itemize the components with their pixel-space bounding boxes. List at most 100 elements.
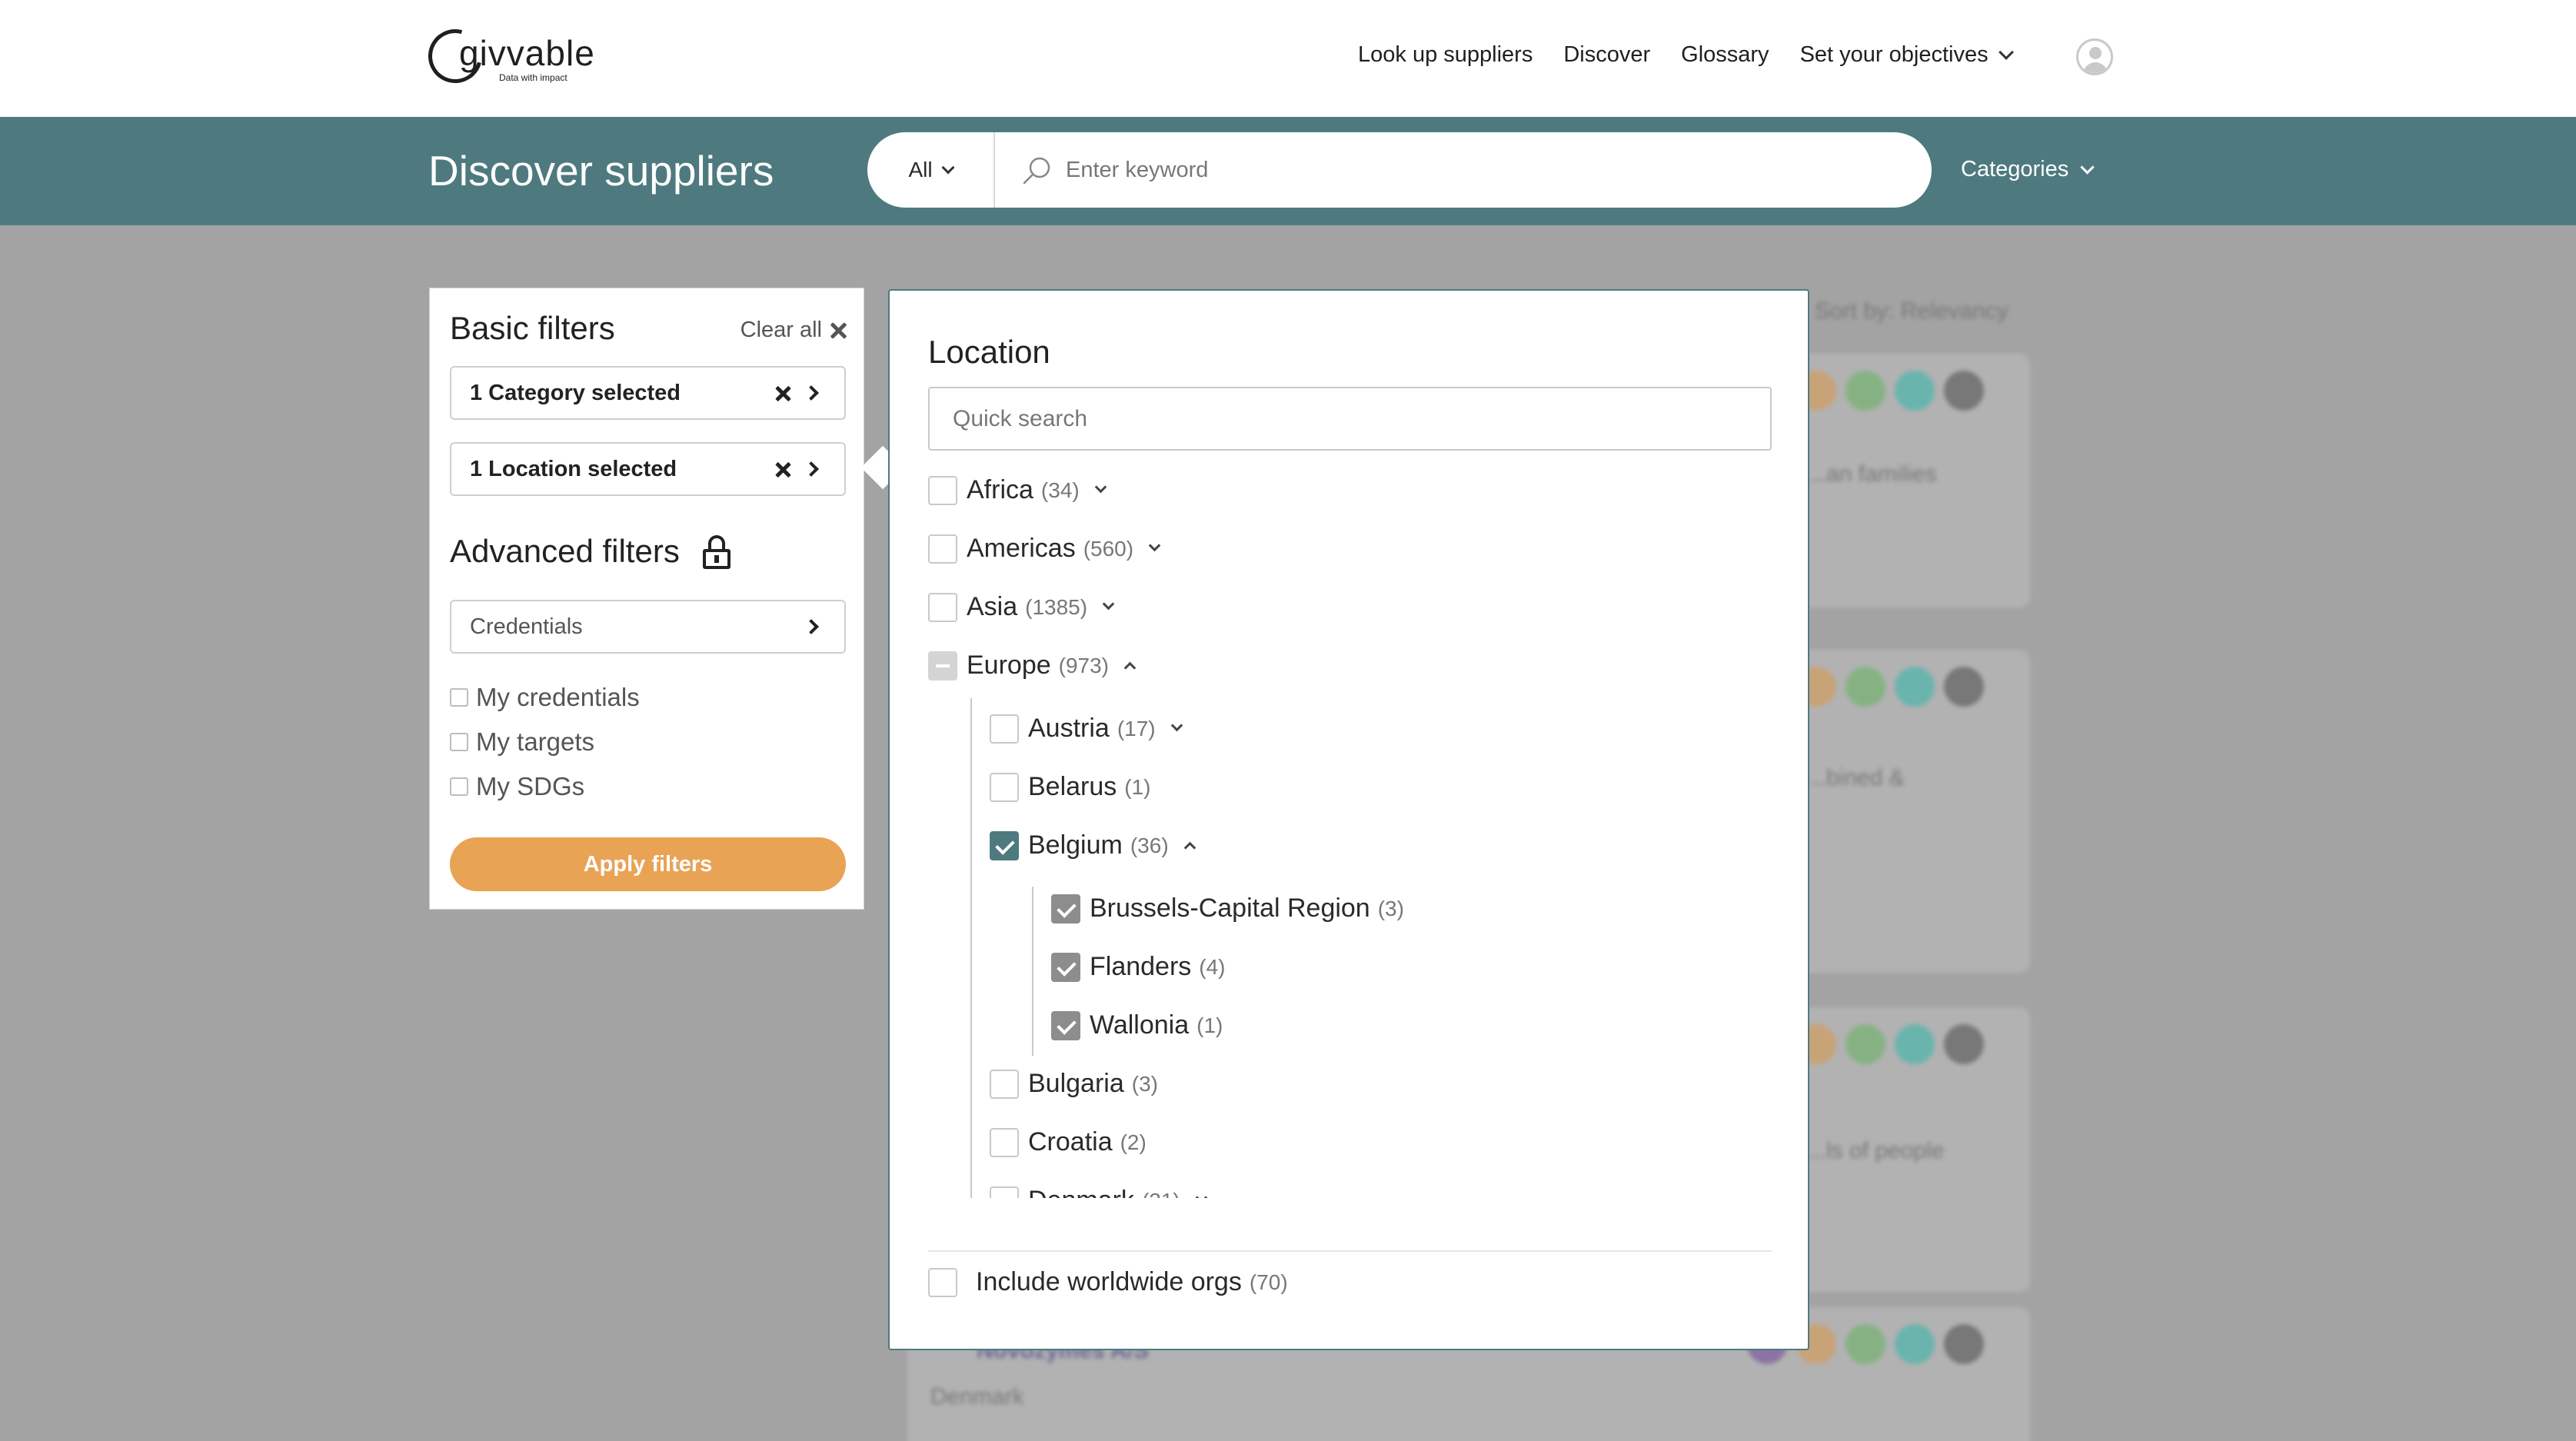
category-filter-pill[interactable]: 1 Category selected	[450, 366, 846, 420]
my-sdgs-checkbox[interactable]: My SDGs	[450, 772, 584, 801]
location-item-austria[interactable]: Austria (17)	[990, 714, 1183, 744]
location-title: Location	[928, 334, 1050, 370]
chevron-down-icon[interactable]	[1094, 481, 1107, 494]
chevron-down-icon[interactable]	[1102, 597, 1115, 611]
lock-icon	[702, 535, 731, 569]
location-item-americas[interactable]: Americas (560)	[928, 534, 1161, 564]
tree-guide-line	[970, 698, 972, 1198]
my-credentials-checkbox[interactable]: My credentials	[450, 683, 640, 712]
divider	[928, 1250, 1772, 1252]
apply-filters-button[interactable]: Apply filters	[450, 837, 846, 891]
remove-icon[interactable]	[775, 462, 790, 478]
checkbox[interactable]	[928, 592, 957, 622]
advanced-filters-title: Advanced filters	[450, 533, 731, 570]
sort-label: Sort by: Relevancy	[1815, 298, 2009, 324]
location-item-asia[interactable]: Asia (1385)	[928, 592, 1115, 622]
location-count: (4)	[1199, 954, 1226, 979]
checkbox[interactable]	[990, 1069, 1019, 1099]
chevron-up-icon[interactable]	[1123, 661, 1137, 674]
chevron-up-icon[interactable]	[1183, 841, 1196, 854]
checkbox[interactable]	[928, 651, 957, 681]
nav-link-glossary[interactable]: Glossary	[1681, 42, 1769, 68]
location-name: Europe	[967, 651, 1051, 680]
basic-filters-panel: Basic filters Clear all 1 Category selec…	[429, 288, 864, 910]
location-item-croatia[interactable]: Croatia (2)	[990, 1127, 1147, 1157]
clear-all-button[interactable]: Clear all	[741, 318, 847, 343]
location-item-flanders[interactable]: Flanders (4)	[1051, 952, 1226, 982]
checkbox[interactable]	[450, 688, 468, 707]
badge-row	[1787, 667, 1984, 707]
location-count: (3)	[1377, 896, 1404, 920]
location-quick-search-input[interactable]	[928, 387, 1772, 451]
keyword-search-input[interactable]	[1066, 149, 1896, 191]
chevron-down-icon[interactable]	[1148, 539, 1161, 552]
location-count: (3)	[1131, 1071, 1158, 1096]
search-scope-select[interactable]: All	[867, 132, 995, 208]
location-name: Croatia	[1028, 1127, 1113, 1156]
location-name: Asia	[967, 592, 1018, 621]
checkbox[interactable]	[990, 772, 1019, 802]
avatar-head-icon	[2089, 47, 2102, 59]
clear-all-label: Clear all	[740, 318, 822, 342]
nav-link-look-up-suppliers[interactable]: Look up suppliers	[1358, 42, 1533, 68]
location-name: Belgium	[1028, 830, 1123, 860]
location-name: Americas	[967, 534, 1076, 563]
location-item-belarus[interactable]: Belarus (1)	[990, 772, 1151, 802]
checkbox-label: My credentials	[476, 683, 640, 711]
location-list: Africa (34) Americas (560) Asia (1385) Europe (…	[928, 475, 1774, 1198]
chevron-down-icon	[941, 161, 955, 175]
chevron-right-icon	[804, 385, 819, 401]
worldwide-count: (70)	[1249, 1270, 1288, 1294]
chevron-down-icon[interactable]	[1998, 44, 2014, 60]
location-item-bulgaria[interactable]: Bulgaria (3)	[990, 1069, 1158, 1099]
nav-link-set-objectives[interactable]: Set your objectives	[1800, 42, 1989, 68]
location-count: (973)	[1058, 653, 1110, 677]
chevron-right-icon	[804, 461, 819, 477]
checkbox[interactable]	[450, 733, 468, 751]
badge-row	[1787, 1024, 1984, 1064]
givvable-logo[interactable]: givvable Data with impact	[418, 19, 594, 93]
search-bar: All	[867, 132, 1932, 208]
badge-row	[1787, 371, 1984, 411]
location-name: Austria	[1028, 714, 1110, 743]
checkbox[interactable]	[990, 714, 1019, 744]
tree-guide-line	[1032, 887, 1033, 1056]
location-count: (21)	[1142, 1189, 1180, 1199]
checkbox[interactable]	[990, 1127, 1019, 1157]
checkbox[interactable]	[1051, 1010, 1080, 1040]
user-avatar[interactable]	[2076, 38, 2113, 75]
worldwide-label: Include worldwide orgs	[976, 1267, 1242, 1296]
remove-icon[interactable]	[775, 386, 790, 401]
chevron-down-icon[interactable]	[1170, 719, 1183, 732]
basic-filters-title: Basic filters	[450, 310, 615, 346]
nav-link-discover[interactable]: Discover	[1563, 42, 1650, 68]
location-item-wallonia[interactable]: Wallonia (1)	[1051, 1010, 1223, 1040]
location-count: (17)	[1117, 716, 1156, 740]
location-filter-pill[interactable]: 1 Location selected	[450, 442, 846, 496]
location-item-belgium[interactable]: Belgium (36)	[990, 830, 1196, 860]
location-item-denmark[interactable]: Denmark (21)	[990, 1186, 1208, 1199]
my-targets-checkbox[interactable]: My targets	[450, 727, 594, 757]
checkbox[interactable]	[928, 534, 957, 564]
chevron-right-icon	[804, 619, 819, 634]
checkbox[interactable]	[1051, 952, 1080, 982]
location-name: Wallonia	[1090, 1010, 1190, 1040]
categories-dropdown[interactable]: Categories	[1961, 157, 2095, 182]
location-name: Bulgaria	[1028, 1069, 1124, 1098]
credentials-filter[interactable]: Credentials	[450, 600, 846, 654]
checkbox[interactable]	[928, 475, 957, 505]
nav-links: Look up suppliers Discover Glossary Set …	[1358, 42, 2014, 68]
include-worldwide-row[interactable]: Include worldwide orgs (70)	[928, 1267, 1288, 1297]
location-item-europe[interactable]: Europe (973)	[928, 651, 1137, 681]
location-item-brussels-capital-region[interactable]: Brussels-Capital Region (3)	[1051, 894, 1404, 924]
checkbox[interactable]	[928, 1267, 957, 1297]
chevron-down-icon[interactable]	[1195, 1191, 1208, 1198]
location-count: (1)	[1124, 774, 1151, 799]
checkbox[interactable]	[990, 830, 1019, 860]
checkbox[interactable]	[450, 777, 468, 796]
checkbox[interactable]	[990, 1186, 1019, 1198]
location-name: Flanders	[1090, 952, 1192, 981]
checkbox[interactable]	[1051, 894, 1080, 924]
location-item-africa[interactable]: Africa (34)	[928, 475, 1107, 505]
location-dropdown: Location Africa (34) Americas (560) Asia (138…	[888, 289, 1809, 1350]
